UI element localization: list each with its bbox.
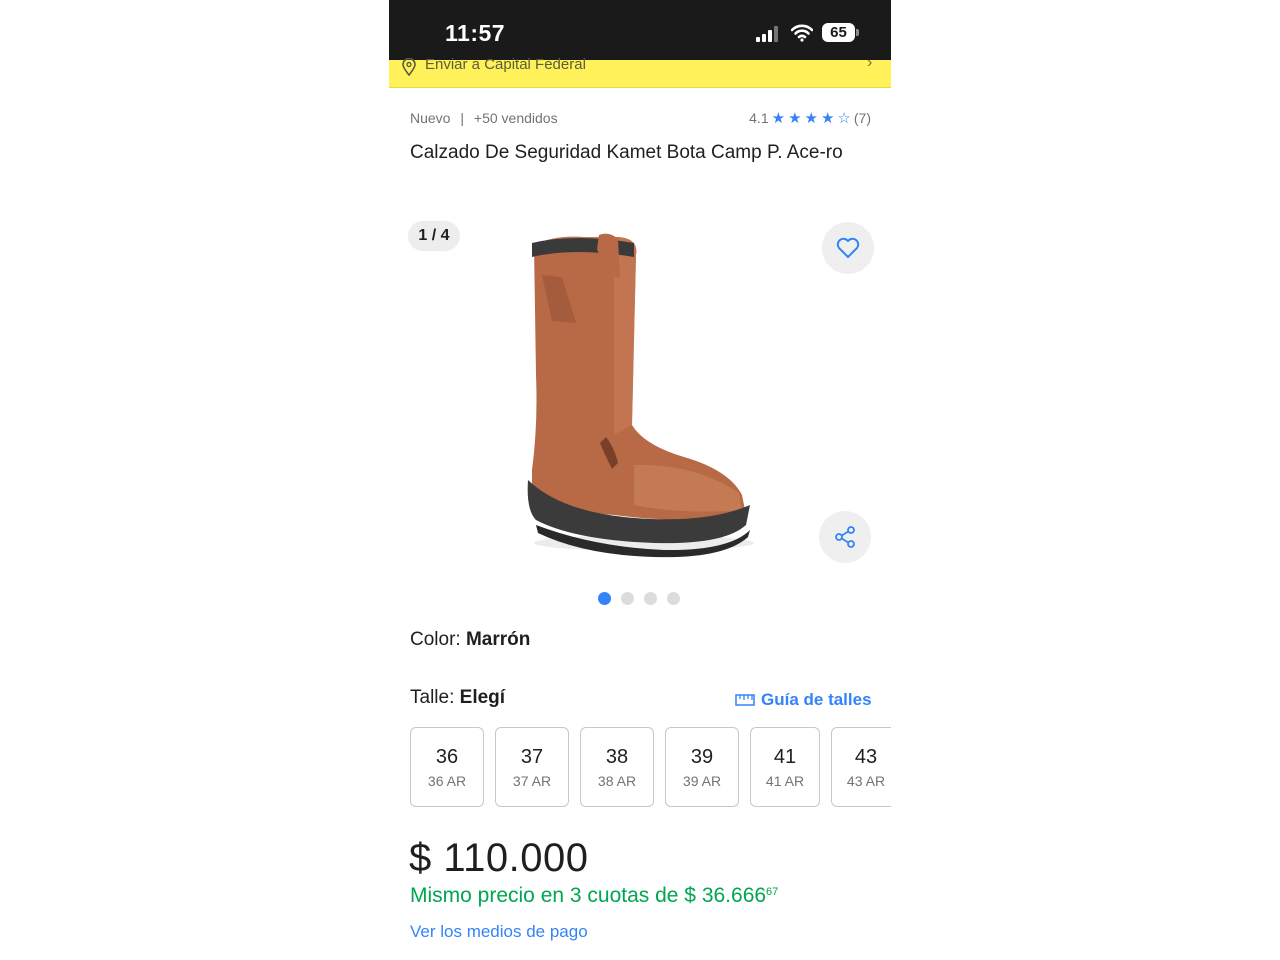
size-guide-link[interactable]: Guía de talles xyxy=(735,690,872,710)
favorite-button[interactable] xyxy=(822,222,874,274)
chevron-right-icon: › xyxy=(867,54,873,71)
sold-count: +50 vendidos xyxy=(473,110,558,126)
size-ar-label: 41 AR xyxy=(765,773,805,789)
rating-value: 4.1 xyxy=(749,110,769,126)
color-label: Color: xyxy=(410,629,461,650)
size-ar-label: 36 AR xyxy=(427,773,467,789)
cellular-signal-icon xyxy=(756,26,782,42)
gallery-pagination xyxy=(598,592,680,605)
size-options: 36 36 AR 37 37 AR 38 38 AR 39 39 AR 41 4… xyxy=(410,727,891,807)
size-number: 43 xyxy=(854,746,878,768)
share-button[interactable] xyxy=(819,511,871,563)
product-title: Calzado De Seguridad Kamet Bota Camp P. … xyxy=(410,142,843,163)
star-filled-icon: ★ xyxy=(771,109,786,127)
ruler-icon xyxy=(735,694,755,706)
pagination-dot[interactable] xyxy=(667,592,680,605)
battery-cap xyxy=(856,29,859,36)
pagination-dot[interactable] xyxy=(644,592,657,605)
size-number: 37 xyxy=(520,746,544,768)
payment-methods-link[interactable]: Ver los medios de pago xyxy=(410,922,588,942)
pagination-dot[interactable] xyxy=(621,592,634,605)
image-counter: 1 / 4 xyxy=(408,221,460,251)
size-selector-header: Talle: Elegí xyxy=(410,687,505,709)
color-value: Marrón xyxy=(465,629,531,650)
location-pin-icon xyxy=(402,58,416,76)
meta-separator: | xyxy=(460,110,464,126)
pagination-dot[interactable] xyxy=(598,592,611,605)
phone-screen: 11:57 65 Enviar a Capital Federal › Nuev… xyxy=(389,0,891,960)
product-meta: Nuevo | +50 vendidos xyxy=(410,110,558,126)
rating-summary[interactable]: 4.1 ★ ★ ★ ★ ☆ (7) xyxy=(749,110,871,126)
product-price: $ 110.000 xyxy=(409,836,589,880)
rating-count: (7) xyxy=(853,110,871,126)
size-ar-label: 39 AR xyxy=(682,773,722,789)
shipping-address-bar[interactable]: Enviar a Capital Federal › xyxy=(389,54,891,88)
size-option[interactable]: 38 38 AR xyxy=(580,727,654,807)
installments-text: Mismo precio en 3 cuotas de $ 36.666 xyxy=(410,884,767,907)
size-label: Talle: xyxy=(410,687,455,708)
installments-info: Mismo precio en 3 cuotas de $ 36.66667 xyxy=(410,884,778,908)
size-option[interactable]: 41 41 AR xyxy=(750,727,820,807)
size-number: 39 xyxy=(690,746,714,768)
shipping-address-text: Enviar a Capital Federal xyxy=(425,56,586,73)
status-time: 11:57 xyxy=(445,20,506,46)
size-option[interactable]: 43 43 AR xyxy=(831,727,891,807)
size-ar-label: 43 AR xyxy=(846,773,886,789)
heart-icon xyxy=(836,237,860,258)
size-number: 41 xyxy=(773,746,797,768)
size-option[interactable]: 39 39 AR xyxy=(665,727,739,807)
size-number: 38 xyxy=(605,746,629,768)
color-selector: Color: Marrón xyxy=(410,629,530,651)
size-ar-label: 37 AR xyxy=(512,773,552,789)
status-bar: 11:57 65 xyxy=(389,0,891,60)
share-icon xyxy=(835,526,855,548)
product-image[interactable] xyxy=(514,225,764,560)
size-number: 36 xyxy=(435,746,459,768)
star-filled-icon: ★ xyxy=(804,109,818,127)
size-ar-label: 38 AR xyxy=(597,773,637,789)
installments-cents: 67 xyxy=(766,886,779,898)
wifi-icon xyxy=(791,24,813,42)
star-filled-icon: ★ xyxy=(820,109,835,127)
size-option[interactable]: 37 37 AR xyxy=(495,727,569,807)
battery-icon: 65 xyxy=(822,23,855,42)
condition-label: Nuevo xyxy=(410,110,451,126)
size-option[interactable]: 36 36 AR xyxy=(410,727,484,807)
star-empty-icon: ☆ xyxy=(837,109,851,127)
size-value: Elegí xyxy=(459,687,506,708)
star-filled-icon: ★ xyxy=(788,109,802,127)
size-guide-label: Guía de talles xyxy=(761,690,872,709)
